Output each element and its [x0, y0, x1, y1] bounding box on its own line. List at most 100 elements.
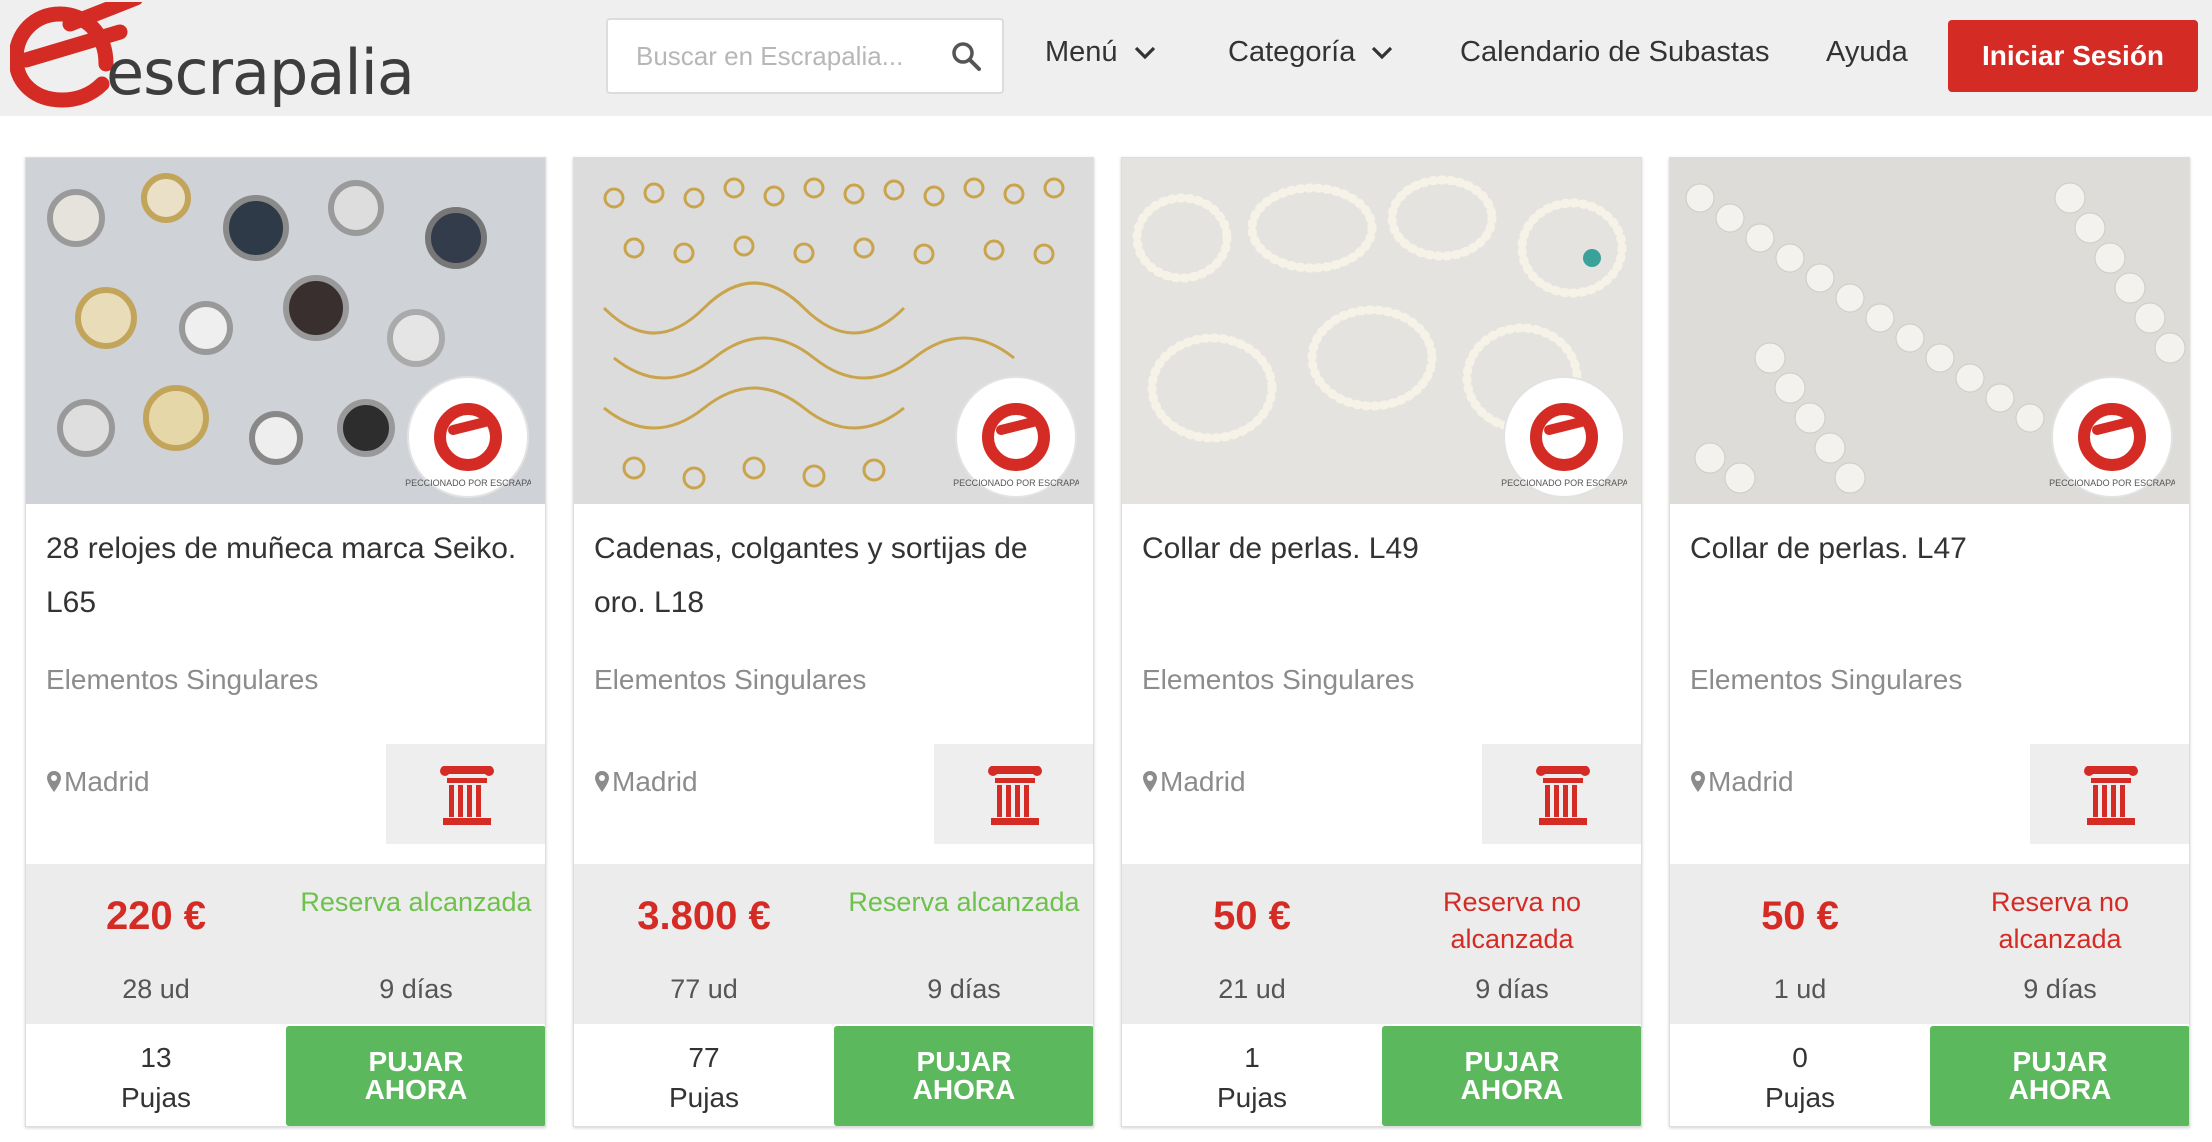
- badge-text: INSPECCIONADO POR ESCRAPALIA: [2049, 478, 2175, 488]
- badge-text: INSPECCIONADO POR ESCRAPALIA: [953, 478, 1079, 488]
- lot-image-pearl-necklace[interactable]: INSPECCIONADO POR ESCRAPALIA: [1670, 158, 2189, 504]
- lot-title[interactable]: 28 relojes de muñeca marca Seiko. L65: [46, 522, 526, 630]
- lot-location: Madrid: [1142, 766, 1246, 798]
- current-price: 3.800 €: [637, 894, 771, 938]
- nav-auction-calendar[interactable]: Calendario de Subastas: [1460, 36, 1770, 69]
- bid-button-line1: PUJAR: [368, 1046, 464, 1077]
- lot-location: Madrid: [46, 766, 150, 798]
- search-box: [606, 18, 1004, 94]
- classical-column-icon: [439, 766, 494, 825]
- badge-text: INSPECCIONADO POR ESCRAPALIA: [405, 478, 531, 488]
- chevron-down-icon: [1134, 46, 1155, 59]
- seller-logo[interactable]: [1482, 744, 1641, 844]
- time-remaining: 9 días: [1475, 974, 1549, 1004]
- bid-count-value: 77: [688, 1042, 720, 1073]
- bid-now-button[interactable]: PUJAR AHORA: [834, 1026, 1093, 1126]
- price-panel: 50 € Reserva no alcanzada 1 ud 9 días: [1670, 864, 2189, 1024]
- login-button[interactable]: Iniciar Sesión: [1948, 20, 2198, 92]
- location-pin-icon: [1143, 771, 1157, 792]
- classical-column-icon: [2083, 766, 2138, 825]
- top-header: escrapalia Menú Categoría Calendario de …: [0, 0, 2212, 116]
- bid-count-label: Pujas: [668, 1082, 740, 1113]
- nav-help[interactable]: Ayuda: [1826, 36, 1908, 69]
- location-label: Madrid: [1160, 766, 1246, 797]
- badge-text: INSPECCIONADO POR ESCRAPALIA: [1501, 478, 1627, 488]
- current-price: 50 €: [1213, 894, 1291, 938]
- reserve-status: Reserva no alcanzada: [1442, 887, 1582, 954]
- location-label: Madrid: [1708, 766, 1794, 797]
- bid-now-button[interactable]: PUJAR AHORA: [286, 1026, 545, 1126]
- lot-title[interactable]: Collar de perlas. L49: [1142, 522, 1622, 576]
- time-remaining: 9 días: [927, 974, 1001, 1004]
- lot-location: Madrid: [594, 766, 698, 798]
- login-button-label: Iniciar Sesión: [1981, 40, 2165, 71]
- lot-image-gold-jewelry[interactable]: INSPECCIONADO POR ESCRAPALIA: [574, 158, 1093, 504]
- bid-count-label: Pujas: [1764, 1082, 1836, 1113]
- classical-column-icon: [1535, 766, 1590, 825]
- lot-card[interactable]: INSPECCIONADO POR ESCRAPALIA Collar de p…: [1121, 157, 1642, 1127]
- bid-count-value: 0: [1792, 1042, 1808, 1073]
- bid-count: 77 Pujas: [574, 1038, 834, 1118]
- bid-button-line1: PUJAR: [2012, 1046, 2108, 1077]
- location-pin-icon: [595, 771, 609, 792]
- inspected-badge: INSPECCIONADO POR ESCRAPALIA: [953, 376, 1079, 498]
- bid-count-value: 13: [140, 1042, 172, 1073]
- price-panel: 3.800 € Reserva alcanzada 77 ud 9 días: [574, 864, 1093, 1024]
- nav-category[interactable]: Categoría: [1228, 36, 1393, 69]
- reserve-status: Reserva alcanzada: [300, 887, 532, 917]
- bid-now-button[interactable]: PUJAR AHORA: [1930, 1026, 2189, 1126]
- location-pin-icon: [1691, 771, 1705, 792]
- lot-image-watches[interactable]: INSPECCIONADO POR ESCRAPALIA: [26, 158, 545, 504]
- location-pin-icon: [47, 771, 61, 792]
- seller-logo[interactable]: [386, 744, 545, 844]
- logo-wordmark: escrapalia: [106, 36, 415, 109]
- lot-card[interactable]: INSPECCIONADO POR ESCRAPALIA Collar de p…: [1669, 157, 2190, 1127]
- bid-button-line2: AHORA: [2008, 1074, 2112, 1105]
- bid-count: 1 Pujas: [1122, 1038, 1382, 1118]
- bid-button-line1: PUJAR: [916, 1046, 1012, 1077]
- search-icon[interactable]: [950, 40, 982, 72]
- current-price: 220 €: [105, 894, 207, 938]
- reserve-status: Reserva no alcanzada: [1990, 887, 2130, 954]
- classical-column-icon: [987, 766, 1042, 825]
- escrapalia-logo[interactable]: escrapalia: [8, 0, 420, 110]
- lot-title[interactable]: Cadenas, colgantes y sortijas de oro. L1…: [594, 522, 1074, 630]
- inspected-badge: INSPECCIONADO POR ESCRAPALIA: [2049, 376, 2175, 498]
- nav-category-label: Categoría: [1228, 36, 1356, 68]
- lot-card[interactable]: INSPECCIONADO POR ESCRAPALIA 28 relojes …: [25, 157, 546, 1127]
- nav-calendar-label: Calendario de Subastas: [1460, 36, 1770, 68]
- seller-name: Elementos Singulares: [1142, 664, 1415, 695]
- bid-now-button[interactable]: PUJAR AHORA: [1382, 1026, 1641, 1126]
- unit-count: 77 ud: [670, 974, 738, 1004]
- bid-count: 0 Pujas: [1670, 1038, 1930, 1118]
- seller-name: Elementos Singulares: [1690, 664, 1963, 695]
- bid-count: 13 Pujas: [26, 1038, 286, 1118]
- bid-count-label: Pujas: [1216, 1082, 1288, 1113]
- nav-menu-label: Menú: [1045, 36, 1118, 68]
- unit-count: 28 ud: [122, 974, 190, 1004]
- location-label: Madrid: [64, 766, 150, 797]
- nav-help-label: Ayuda: [1826, 36, 1908, 68]
- nav-menu[interactable]: Menú: [1045, 36, 1156, 69]
- search-input[interactable]: [608, 20, 938, 92]
- bid-button-line1: PUJAR: [1464, 1046, 1560, 1077]
- lot-location: Madrid: [1690, 766, 1794, 798]
- bid-count-value: 1: [1244, 1042, 1260, 1073]
- current-price: 50 €: [1761, 894, 1839, 938]
- seller-logo[interactable]: [2030, 744, 2189, 844]
- unit-count: 21 ud: [1218, 974, 1286, 1004]
- bid-button-line2: AHORA: [912, 1074, 1016, 1105]
- bid-button-line2: AHORA: [1460, 1074, 1564, 1105]
- bid-count-label: Pujas: [120, 1082, 192, 1113]
- unit-count: 1 ud: [1773, 974, 1827, 1004]
- seller-logo[interactable]: [934, 744, 1093, 844]
- lot-image-pearl-bracelets[interactable]: INSPECCIONADO POR ESCRAPALIA: [1122, 158, 1641, 504]
- seller-name: Elementos Singulares: [594, 664, 867, 695]
- bid-button-line2: AHORA: [364, 1074, 468, 1105]
- location-label: Madrid: [612, 766, 698, 797]
- chevron-down-icon: [1372, 46, 1393, 59]
- inspected-badge: INSPECCIONADO POR ESCRAPALIA: [1501, 376, 1627, 498]
- lot-title[interactable]: Collar de perlas. L47: [1690, 522, 2170, 576]
- time-remaining: 9 días: [379, 974, 453, 1004]
- lot-card[interactable]: INSPECCIONADO POR ESCRAPALIA Cadenas, co…: [573, 157, 1094, 1127]
